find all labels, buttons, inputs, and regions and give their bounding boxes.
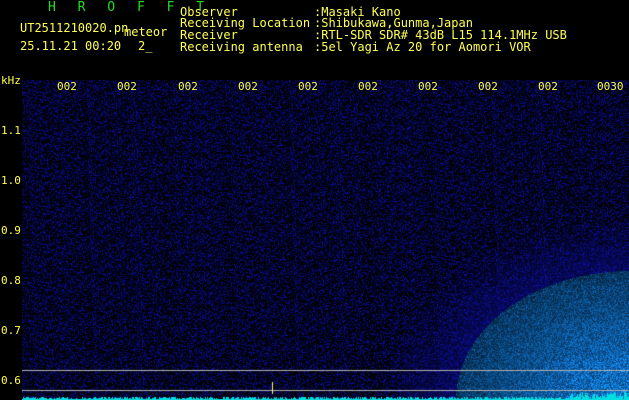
y-tick-label: 0.8 xyxy=(1,274,21,287)
antenna-value: :5el Yagi Az 20 for Aomori VOR xyxy=(314,40,531,54)
y-tick-label: 0.9 xyxy=(1,224,21,237)
axis-unit-label: kHz xyxy=(1,74,21,87)
x-tick-label: 002 xyxy=(538,80,558,93)
y-tick-label: 1.0 xyxy=(1,174,21,187)
y-tick-label: 0.6 xyxy=(1,374,21,387)
mode-label: meteor xyxy=(124,25,168,39)
x-tick-label: 002 xyxy=(478,80,498,93)
x-tick-label: 002 xyxy=(418,80,438,93)
count-label: 2_ xyxy=(138,39,153,53)
x-tick-label: 002 xyxy=(298,80,318,93)
y-tick-label: 0.7 xyxy=(1,324,21,337)
datetime-label: 25.11.21 00:20 xyxy=(20,39,122,53)
x-tick-label: 002 xyxy=(117,80,137,93)
image-filename: UT2511210020.pn xyxy=(20,21,129,35)
spectrogram-canvas xyxy=(22,80,629,400)
x-tick-label: 002 xyxy=(57,80,77,93)
antenna-label: Receiving antenna xyxy=(180,40,303,54)
x-tick-label: 0030 xyxy=(597,80,624,93)
x-tick-label: 002 xyxy=(358,80,378,93)
spectrogram-plot xyxy=(22,80,629,400)
y-tick-label: 1.1 xyxy=(1,124,21,137)
x-tick-label: 002 xyxy=(238,80,258,93)
x-tick-label: 002 xyxy=(178,80,198,93)
